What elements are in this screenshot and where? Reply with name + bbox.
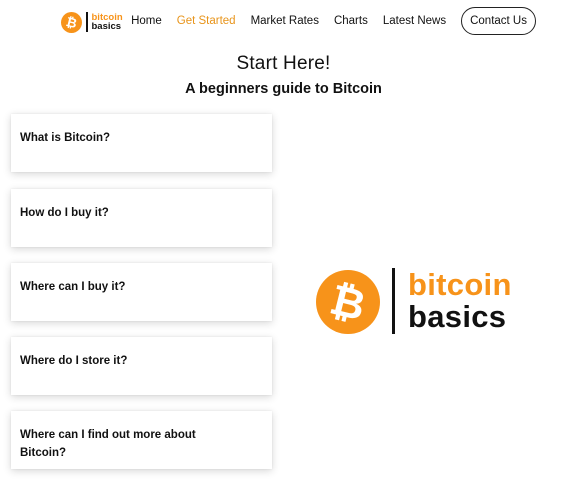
logo-word-bitcoin: bitcoin bbox=[408, 267, 512, 302]
nav-home[interactable]: Home bbox=[131, 15, 162, 27]
logo-divider bbox=[86, 12, 88, 32]
bitcoin-basics-logo: ₿ bitcoin basics bbox=[316, 268, 526, 334]
bitcoin-coin-icon: ₿ bbox=[61, 11, 82, 33]
contact-us-button[interactable]: Contact Us bbox=[461, 7, 536, 35]
page-subtitle: A beginners guide to Bitcoin bbox=[185, 81, 382, 97]
faq-question: Where do I store it? bbox=[20, 355, 128, 367]
faq-question: What is Bitcoin? bbox=[20, 132, 111, 144]
page-title: Start Here! bbox=[236, 53, 331, 74]
svg-text:₿: ₿ bbox=[64, 14, 78, 31]
faq-card-how-to-buy[interactable]: How do I buy it? bbox=[11, 189, 272, 247]
faq-card-what-is-bitcoin[interactable]: What is Bitcoin? bbox=[11, 114, 272, 172]
nav-market-rates[interactable]: Market Rates bbox=[251, 15, 319, 27]
faq-question: Where can I find out more about Bitcoin? bbox=[20, 429, 196, 459]
logo-divider bbox=[392, 268, 395, 334]
faq-card-where-to-buy[interactable]: Where can I buy it? bbox=[11, 263, 272, 321]
nav-get-started[interactable]: Get Started bbox=[177, 15, 236, 27]
faq-question: How do I buy it? bbox=[20, 207, 109, 219]
logo-word-basics: basics bbox=[91, 21, 122, 32]
site-header: ₿ bitcoin basics Home Get Started Market… bbox=[0, 0, 571, 42]
header-logo[interactable]: ₿ bitcoin basics bbox=[61, 10, 123, 34]
nav-charts[interactable]: Charts bbox=[334, 15, 368, 27]
nav-latest-news[interactable]: Latest News bbox=[383, 15, 446, 27]
faq-card-where-to-store[interactable]: Where do I store it? bbox=[11, 337, 272, 395]
faq-card-find-out-more[interactable]: Where can I find out more about Bitcoin? bbox=[11, 411, 272, 469]
svg-text:₿: ₿ bbox=[325, 275, 370, 331]
logo-word-basics: basics bbox=[408, 299, 507, 334]
faq-question: Where can I buy it? bbox=[20, 281, 126, 293]
logo-wordmark: bitcoin basics bbox=[91, 13, 123, 32]
bitcoin-coin-icon: ₿ bbox=[316, 270, 380, 334]
main-nav: Home Get Started Market Rates Charts Lat… bbox=[131, 6, 536, 36]
